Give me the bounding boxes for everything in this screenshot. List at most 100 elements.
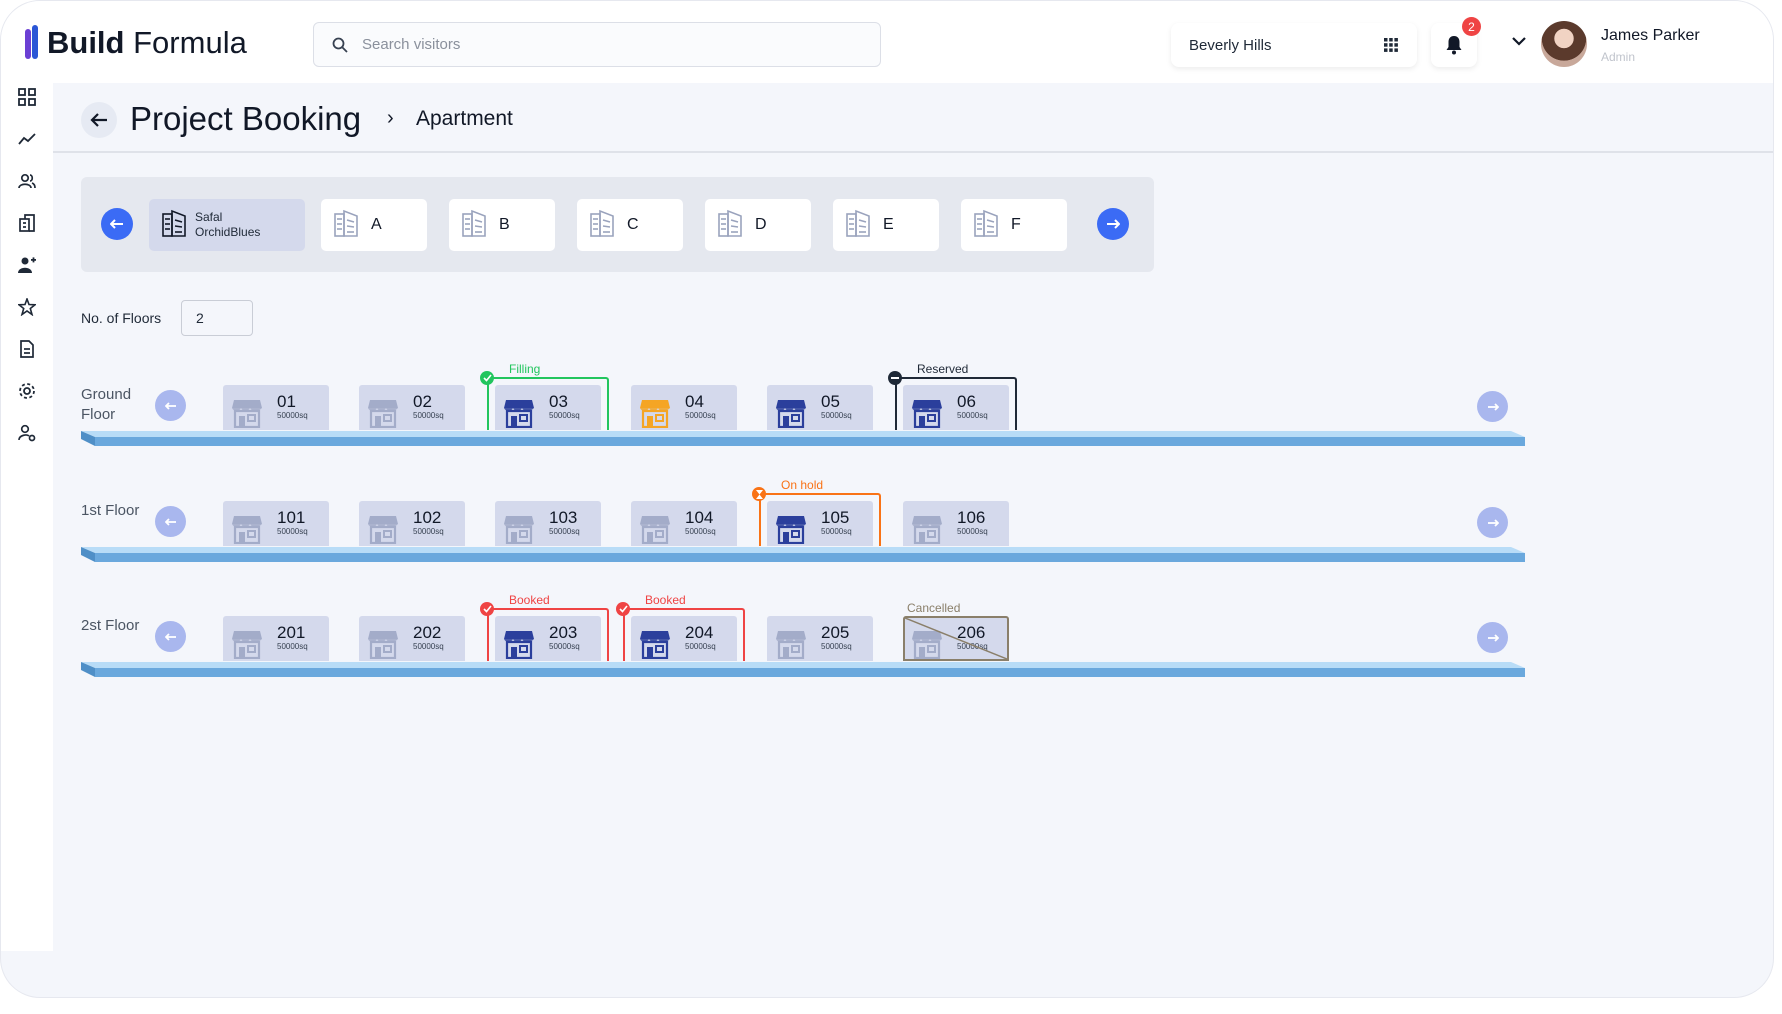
tower-next-button[interactable] <box>1097 208 1129 240</box>
unit-card[interactable]: 106 50000sq <box>903 501 1009 546</box>
floor-next-button[interactable] <box>1477 622 1508 653</box>
floor-row: Ground Floor 01 50000sq 02 50000sq 03 50000sq F… <box>1 353 1561 453</box>
logo[interactable]: Build Formula <box>23 25 247 61</box>
tower-card[interactable]: C <box>577 199 683 251</box>
floor-slab <box>81 545 1525 563</box>
floor-prev-button[interactable] <box>155 390 186 421</box>
tower-prev-button[interactable] <box>101 208 133 240</box>
arrow-right-icon <box>1487 402 1499 411</box>
tower-label: A <box>371 216 382 233</box>
status-minus-icon <box>888 371 902 385</box>
app-frame: Build Formula Beverly Hills 2 James Park… <box>0 0 1774 998</box>
tower-card[interactable]: B <box>449 199 555 251</box>
status-hourglass-icon <box>752 487 766 501</box>
unit-card[interactable]: 104 50000sq <box>631 501 737 546</box>
logo-mark-icon <box>23 25 41 61</box>
unit-area: 50000sq <box>277 527 308 536</box>
store-icon <box>367 396 401 430</box>
analytics-icon[interactable] <box>17 129 37 149</box>
unit-number: 02 <box>413 392 432 411</box>
unit-status-outline <box>487 608 609 661</box>
unit-status-outline <box>623 608 745 661</box>
unit-card[interactable]: 201 50000sq <box>223 616 329 661</box>
notification-badge: 2 <box>1462 17 1481 36</box>
arrow-right-icon <box>1107 219 1120 229</box>
unit-area: 50000sq <box>821 642 852 651</box>
unit-number: 01 <box>277 392 296 411</box>
back-button[interactable] <box>81 102 117 138</box>
location-select[interactable]: Beverly Hills <box>1171 23 1417 67</box>
tower-card[interactable]: F <box>961 199 1067 251</box>
tower-card[interactable]: D <box>705 199 811 251</box>
floor-slab <box>81 429 1525 447</box>
tower-card[interactable]: A <box>321 199 427 251</box>
status-check-icon <box>480 602 494 616</box>
tower-icon <box>717 208 743 243</box>
floor-prev-button[interactable] <box>155 621 186 652</box>
unit-number: 102 <box>413 508 442 527</box>
search-input[interactable] <box>362 36 842 53</box>
floors-count-input[interactable] <box>181 300 253 336</box>
notifications-button[interactable]: 2 <box>1431 17 1481 67</box>
floor-prev-button[interactable] <box>155 506 186 537</box>
store-icon <box>911 512 945 546</box>
breadcrumb[interactable]: Apartment <box>416 107 513 131</box>
tower-label: F <box>1011 216 1021 233</box>
unit-number: 205 <box>821 623 850 642</box>
search-box[interactable] <box>313 22 881 67</box>
tower-card[interactable]: Safal OrchidBlues <box>149 199 305 251</box>
floors-count-label: No. of Floors <box>81 310 162 326</box>
store-icon <box>639 396 673 430</box>
unit-card[interactable]: 02 50000sq <box>359 385 465 430</box>
unit-card[interactable]: 04 50000sq <box>631 385 737 430</box>
unit-card[interactable]: 202 50000sq <box>359 616 465 661</box>
unit-area: 50000sq <box>821 411 852 420</box>
unit-status-label: Booked <box>645 593 686 607</box>
store-icon <box>503 512 537 546</box>
floor-next-button[interactable] <box>1477 507 1508 538</box>
unit-area: 50000sq <box>685 527 716 536</box>
store-icon <box>775 627 809 661</box>
arrow-right-icon <box>1487 518 1499 527</box>
unit-area: 50000sq <box>413 642 444 651</box>
arrow-left-icon <box>90 113 107 127</box>
unit-card[interactable]: 01 50000sq <box>223 385 329 430</box>
location-value: Beverly Hills <box>1189 36 1272 54</box>
star-icon[interactable] <box>17 297 37 317</box>
unit-card[interactable]: 103 50000sq <box>495 501 601 546</box>
unit-number: 103 <box>549 508 578 527</box>
tower-label: D <box>755 216 767 233</box>
page-title: Project Booking <box>130 100 362 137</box>
avatar[interactable] <box>1541 21 1587 67</box>
unit-status-outline <box>903 616 1009 661</box>
building-icon[interactable] <box>17 213 37 233</box>
unit-status-outline <box>895 377 1017 430</box>
status-check-icon <box>480 371 494 385</box>
search-icon <box>332 37 348 53</box>
unit-number: 202 <box>413 623 442 642</box>
status-check-icon <box>616 602 630 616</box>
breadcrumb-chevron-icon: › <box>387 107 394 129</box>
tower-icon <box>161 208 187 243</box>
users-icon[interactable] <box>17 171 37 191</box>
unit-card[interactable]: 102 50000sq <box>359 501 465 546</box>
unit-status-outline <box>487 377 609 430</box>
tower-icon <box>461 208 487 243</box>
unit-number: 201 <box>277 623 306 642</box>
user-add-icon[interactable] <box>17 255 37 275</box>
unit-card[interactable]: 101 50000sq <box>223 501 329 546</box>
store-icon <box>231 396 265 430</box>
store-icon <box>367 512 401 546</box>
unit-card[interactable]: 205 50000sq <box>767 616 873 661</box>
unit-status-label: Filling <box>509 362 541 376</box>
bell-icon <box>1446 36 1462 55</box>
tower-card[interactable]: E <box>833 199 939 251</box>
unit-card[interactable]: 05 50000sq <box>767 385 873 430</box>
arrow-left-icon <box>164 517 176 526</box>
apps-grid-icon[interactable] <box>1383 37 1399 53</box>
floor-row: 2st Floor 201 50000sq 202 50000sq 203 50000sq B… <box>1 584 1561 684</box>
chevron-down-icon[interactable] <box>1511 35 1527 47</box>
dashboard-icon[interactable] <box>17 87 37 107</box>
store-icon <box>775 396 809 430</box>
floor-next-button[interactable] <box>1477 391 1508 422</box>
